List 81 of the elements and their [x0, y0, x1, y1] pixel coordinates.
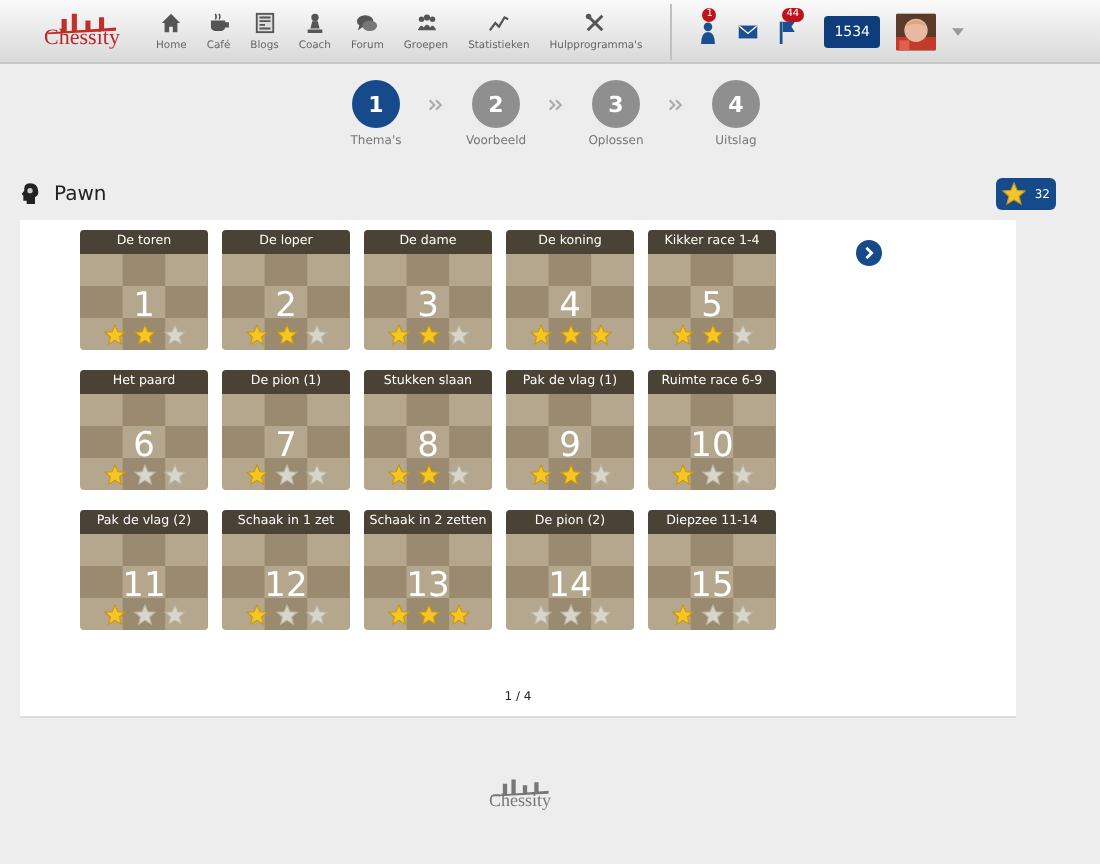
- empty-star-icon: [133, 464, 155, 486]
- tile-number: 14: [548, 568, 592, 604]
- tile-number: 11: [122, 568, 166, 604]
- star-icon: [417, 604, 439, 626]
- tile-number: 2: [275, 288, 297, 324]
- tile-number: 1: [133, 288, 155, 324]
- star-icon: [103, 604, 125, 626]
- empty-star-icon: [731, 464, 753, 486]
- document-icon: [253, 11, 276, 33]
- star-icon: [529, 324, 551, 346]
- empty-star-icon: [589, 464, 611, 486]
- empty-star-icon: [529, 604, 551, 626]
- tile-number: 10: [690, 428, 734, 464]
- star-icon: [387, 604, 409, 626]
- tile-number: 5: [701, 288, 723, 324]
- empty-star-icon: [163, 464, 185, 486]
- star-icon: [559, 464, 581, 486]
- star-icon: [671, 604, 693, 626]
- empty-star-icon: [305, 464, 327, 486]
- home-icon: [160, 11, 183, 33]
- double-chevron-icon: [548, 98, 564, 112]
- chevron-right-icon: [862, 246, 876, 260]
- empty-star-icon: [701, 604, 723, 626]
- star-icon: [671, 464, 693, 486]
- cup-icon: [207, 11, 230, 33]
- star-icon: [387, 464, 409, 486]
- star-icon: [275, 324, 297, 346]
- tile-number: 13: [406, 568, 450, 604]
- logo-text[interactable]: Chessity: [44, 28, 120, 50]
- speech-bubbles-icon: [356, 11, 379, 33]
- star-icon: [387, 324, 409, 346]
- double-chevron-icon: [428, 98, 444, 112]
- star-icon: [529, 464, 551, 486]
- empty-star-icon: [731, 324, 753, 346]
- star-icon: [417, 464, 439, 486]
- tile-number: 15: [690, 568, 734, 604]
- empty-star-icon: [163, 604, 185, 626]
- empty-star-icon: [133, 604, 155, 626]
- line-chart-icon: [487, 11, 510, 33]
- empty-star-icon: [701, 464, 723, 486]
- star-icon: [133, 324, 155, 346]
- star-icon: [245, 324, 267, 346]
- footer-logo-text: Chessity: [488, 790, 551, 810]
- head-icon: [20, 182, 40, 206]
- star-icon: [245, 464, 267, 486]
- star-icon: [245, 604, 267, 626]
- star-icon: [589, 324, 611, 346]
- people-icon: [415, 11, 437, 33]
- star-icon: [103, 464, 125, 486]
- star-icon: [701, 324, 723, 346]
- tile-number: 12: [264, 568, 308, 604]
- empty-star-icon: [731, 604, 753, 626]
- double-chevron-icon: [668, 98, 684, 112]
- star-icon: [1002, 182, 1027, 206]
- tile-number: 6: [133, 428, 155, 464]
- flag-icon[interactable]: [778, 19, 799, 43]
- empty-star-icon: [305, 604, 327, 626]
- next-page-button[interactable]: [856, 240, 882, 266]
- tile-number: 8: [417, 428, 439, 464]
- tile-number: 7: [275, 428, 297, 464]
- step-number[interactable]: 1: [352, 80, 400, 128]
- empty-star-icon: [163, 324, 185, 346]
- tile-number: 9: [559, 428, 581, 464]
- pawn-icon: [303, 11, 326, 33]
- tile-number: 3: [417, 288, 439, 324]
- section-title: Pawn: [54, 183, 109, 205]
- star-icon: [559, 324, 581, 346]
- empty-star-icon: [275, 464, 297, 486]
- empty-star-icon: [305, 324, 327, 346]
- empty-star-icon: [275, 604, 297, 626]
- empty-star-icon: [447, 464, 469, 486]
- star-icon: [103, 324, 125, 346]
- star-icon: [671, 324, 693, 346]
- empty-star-icon: [589, 604, 611, 626]
- empty-star-icon: [559, 604, 581, 626]
- empty-star-icon: [447, 324, 469, 346]
- tile-number: 4: [559, 288, 581, 324]
- star-icon: [447, 604, 469, 626]
- star-icon: [417, 324, 439, 346]
- person-icon[interactable]: [698, 19, 719, 43]
- tools-icon: [584, 11, 607, 33]
